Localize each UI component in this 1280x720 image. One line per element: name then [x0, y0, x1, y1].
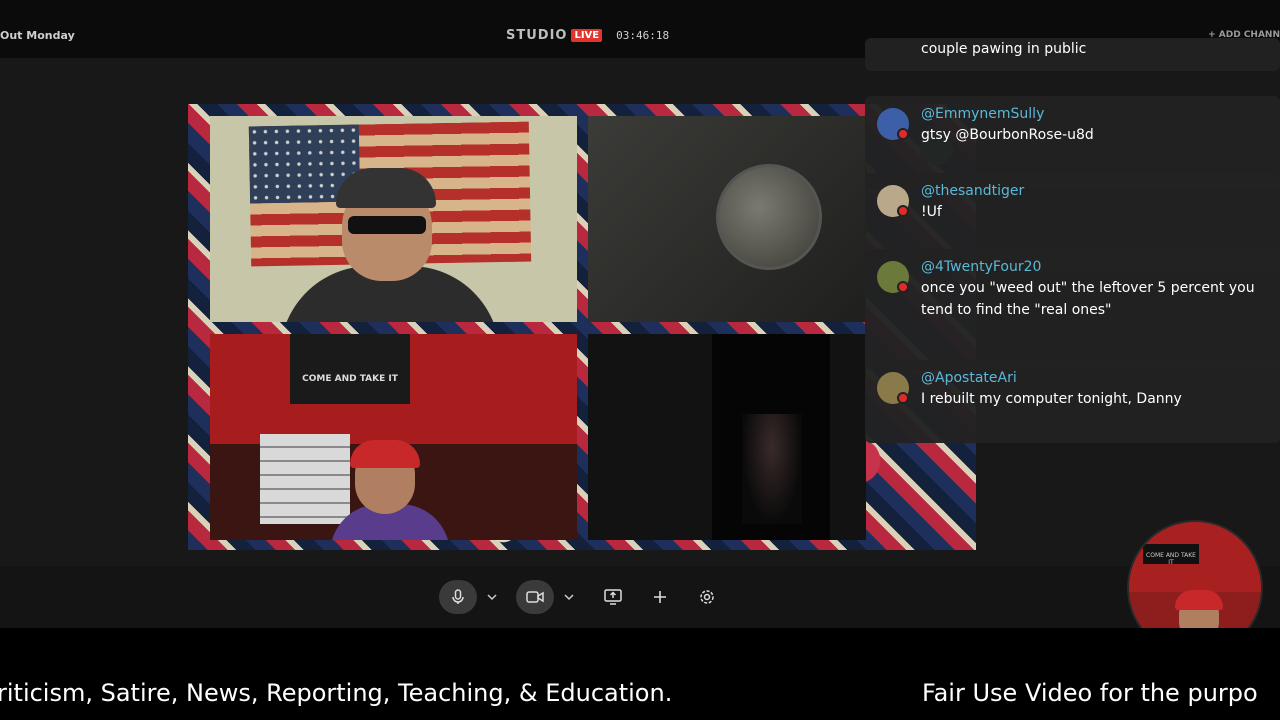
screen-share-icon [604, 589, 622, 605]
chat-message: couple pawing in public [865, 38, 1280, 71]
studio-controls-bar [0, 566, 1280, 628]
chat-overlay: couple pawing in public @EmmynemSully gt… [865, 38, 1280, 443]
youtube-icon [897, 205, 909, 217]
wall-banner: COME AND TAKE IT [290, 334, 410, 404]
chat-message: @ApostateAri I rebuilt my computer tonig… [865, 360, 1280, 443]
chat-message-text: couple pawing in public [921, 41, 1087, 57]
participant-video [280, 168, 500, 322]
stream-timer: 03:46:18 [616, 29, 670, 42]
studio-brand: STUDIO LIVE 03:46:18 [506, 28, 669, 43]
chat-username: @ApostateAri [921, 370, 1017, 386]
video-tile-avatar[interactable] [588, 116, 866, 322]
gear-icon [700, 590, 714, 604]
video-tile-dark[interactable] [588, 334, 866, 540]
chat-message-text: gtsy @BourbonRose-u8d [921, 127, 1094, 143]
microphone-button[interactable] [439, 580, 477, 614]
youtube-icon [897, 128, 909, 140]
chat-username: @thesandtiger [921, 183, 1025, 199]
participant-video [742, 414, 802, 524]
camera-button[interactable] [516, 580, 554, 614]
participant-avatar [716, 164, 822, 270]
show-title: Out Monday [0, 29, 75, 42]
microphone-icon [452, 589, 464, 604]
video-tile-guest[interactable]: COME AND TAKE IT [210, 334, 577, 540]
youtube-icon [897, 281, 909, 293]
chat-message-text: I rebuilt my computer tonight, Danny [921, 391, 1182, 407]
studio-label: STUDIO [506, 28, 568, 43]
chat-message-text: once you "weed out" the leftover 5 perce… [921, 280, 1255, 318]
chevron-down-icon [487, 594, 497, 601]
settings-button[interactable] [692, 580, 722, 614]
plus-icon [654, 591, 666, 603]
chat-message-text: !Uf [921, 204, 942, 220]
chat-username: @4TwentyFour20 [921, 259, 1042, 275]
youtube-icon [897, 392, 909, 404]
camera-options-button[interactable] [558, 580, 580, 614]
live-badge: LIVE [571, 29, 603, 42]
screen-share-button[interactable] [598, 580, 628, 614]
pip-wall-banner: COME AND TAKE IT [1143, 544, 1199, 566]
chevron-down-icon [564, 594, 574, 601]
video-tile-host[interactable] [210, 116, 577, 322]
participant-video [330, 440, 450, 540]
microphone-options-button[interactable] [481, 580, 503, 614]
ticker-text: Fair Use Video for the purpo [922, 679, 1258, 707]
chat-username: @EmmynemSully [921, 106, 1045, 122]
chat-message: @4TwentyFour20 once you "weed out" the l… [865, 249, 1280, 370]
camera-icon [526, 591, 544, 603]
add-button[interactable] [645, 580, 675, 614]
scrolling-ticker: riticism, Satire, News, Reporting, Teach… [0, 628, 1280, 720]
ticker-text: riticism, Satire, News, Reporting, Teach… [0, 679, 673, 707]
